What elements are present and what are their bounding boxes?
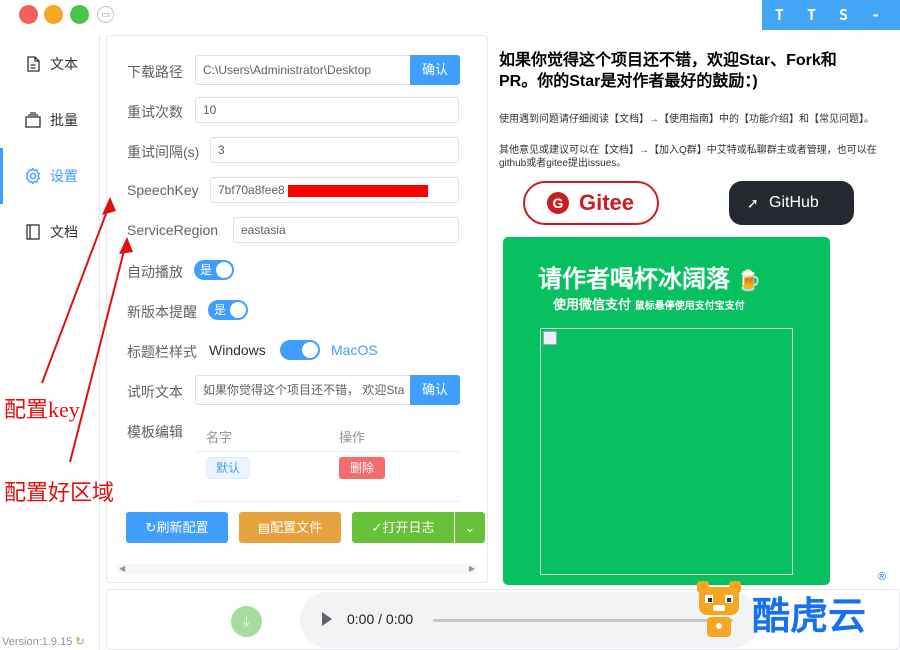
- arrow-to-region: [69, 242, 127, 463]
- arrow-head: [102, 197, 116, 215]
- watermark-text: 酷虎云: [752, 596, 867, 638]
- annotation-config-region: 配置好区域: [4, 480, 115, 505]
- registered-mark: ®: [878, 571, 887, 583]
- tiger-mascot-logo: [697, 581, 741, 637]
- annotation-arrows: [41, 197, 133, 463]
- annotation-config-key: 配置key: [4, 397, 80, 422]
- arrow-to-speechkey: [41, 202, 111, 384]
- arrow-head: [119, 237, 133, 254]
